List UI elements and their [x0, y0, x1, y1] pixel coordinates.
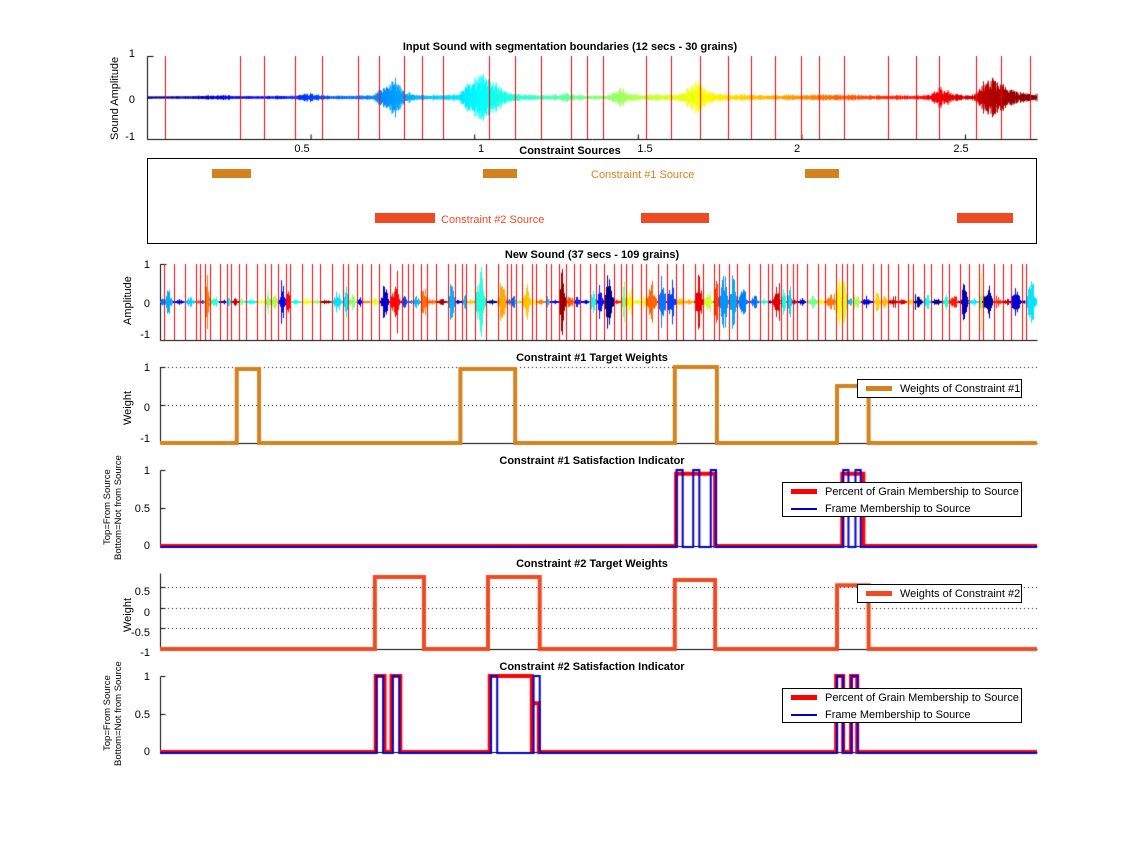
c2-satisfaction-plot-canvas — [0, 0, 1135, 851]
matlab-figure-window: Input Sound with segmentation boundaries… — [0, 0, 1135, 851]
legend-label-frame-membership-2: Frame Membership to Source — [825, 708, 971, 721]
c2-satisfaction-legend[interactable]: Percent of Grain Membership to Source Fr… — [782, 688, 1022, 723]
legend-swatch-frame-membership-2 — [791, 713, 817, 716]
legend-label-grain-membership-2: Percent of Grain Membership to Source — [825, 691, 1019, 704]
legend-swatch-grain-membership-2 — [791, 695, 817, 700]
